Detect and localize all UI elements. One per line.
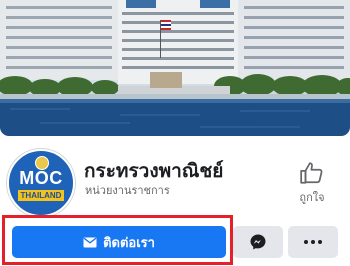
- page-avatar[interactable]: MOC THAILAND: [7, 149, 75, 217]
- more-icon: [304, 240, 322, 244]
- page-category: หน่วยงานราชการ: [85, 184, 170, 197]
- like-button[interactable]: ถูกใจ: [294, 160, 330, 206]
- avatar-logo-subtext: THAILAND: [18, 190, 64, 201]
- highlight-box: [2, 215, 233, 265]
- cover-photo[interactable]: [0, 0, 350, 136]
- like-label: ถูกใจ: [299, 191, 325, 204]
- avatar-logo-text: MOC: [19, 168, 63, 188]
- thumbs-up-icon: [300, 162, 323, 184]
- more-button[interactable]: [288, 226, 338, 258]
- messenger-icon: [250, 234, 266, 250]
- messenger-button[interactable]: [233, 226, 283, 258]
- cover-illustration: [0, 0, 350, 136]
